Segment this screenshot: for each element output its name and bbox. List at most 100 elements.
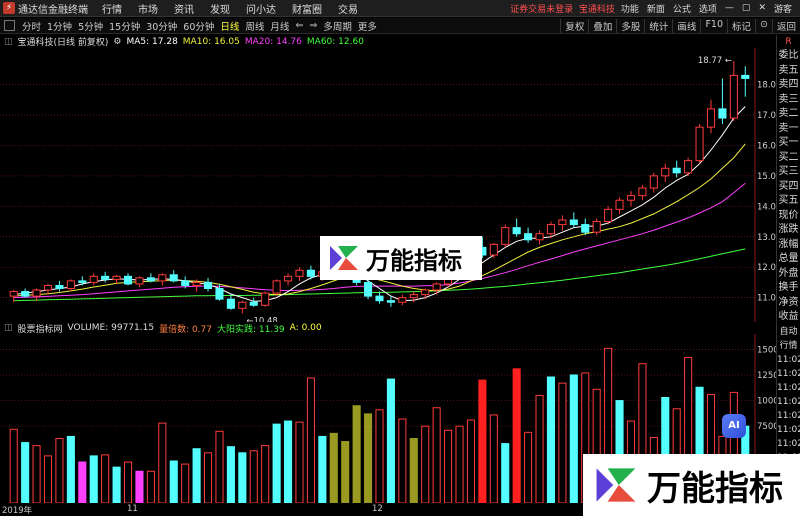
next-arrow-icon[interactable]: ⇒ (309, 20, 317, 31)
maximize-icon[interactable]: ▢ (742, 3, 751, 13)
adjust-button[interactable]: 复权 (560, 18, 588, 33)
candle-down (718, 108, 727, 119)
candle-up (112, 275, 121, 280)
volume-bar-highlight (512, 368, 521, 503)
price-tick-label: 15.00 (757, 172, 776, 182)
a-value: A: 0.00 (289, 323, 322, 333)
candle-up (489, 243, 498, 256)
collapse-icon[interactable]: ◫ (4, 37, 13, 47)
high-price-label: 18.77 ← (698, 56, 732, 66)
candle-down (215, 288, 224, 300)
candle-down (364, 281, 373, 297)
minimize-icon[interactable]: — (725, 3, 734, 13)
menu-item-wealth[interactable]: 财富圈 (292, 1, 322, 16)
ma10-label: MA10: 16.05 (182, 36, 240, 47)
gear-icon[interactable]: ⚙ (113, 37, 121, 47)
quote-item-8: 买三 (778, 166, 799, 177)
candle-down (741, 74, 750, 79)
quote-items: 委比 卖五 卖四 卖三 卖二 卖一 买一 买二 买三 买四 买五 现价 涨跌 涨幅 总量 外盘 换手 净资 收益 (777, 49, 800, 325)
period-1min[interactable]: 1分钟 (47, 19, 72, 33)
quote-item-3: 卖三 (778, 93, 799, 105)
period-5min[interactable]: 5分钟 (78, 19, 103, 33)
volume-bar-up (123, 461, 133, 503)
period-daily[interactable]: 日线 (220, 19, 239, 33)
candle-down (386, 300, 395, 303)
menu-item-market[interactable]: 行情 (102, 1, 122, 16)
price-tick-label: 13.00 (757, 233, 776, 243)
candle-up (535, 233, 544, 241)
volume-bar-up (249, 450, 258, 503)
statistics-button[interactable]: 统计 (644, 18, 672, 33)
candle-up (695, 126, 704, 162)
time-item-2: 11:02 (777, 354, 800, 365)
watermark-text: 万能指标 (366, 246, 462, 275)
guest-label[interactable]: 游客 (774, 2, 792, 15)
menu-item-discover[interactable]: 发现 (210, 1, 230, 16)
period-weekly[interactable]: 周线 (245, 19, 264, 33)
menu-item-options[interactable]: 选项 (699, 2, 717, 15)
period-15min[interactable]: 15分钟 (109, 19, 140, 33)
volume-bar-magenta (78, 461, 87, 503)
candle-up (272, 280, 281, 294)
candle-up (238, 301, 247, 309)
period-more[interactable]: 更多 (358, 19, 377, 33)
volume-bar-down (89, 455, 98, 503)
period-intraday[interactable]: 分时 (22, 19, 41, 33)
prev-arrow-icon[interactable]: ⇐ (295, 20, 303, 31)
app-title: 通达信金融终端 (18, 4, 88, 16)
candle-up (649, 175, 658, 189)
price-tick-label: 17.00 (757, 111, 776, 121)
candle-down (78, 280, 87, 283)
menu-item-function[interactable]: 功能 (621, 2, 639, 15)
time-label-year: 2019年 (2, 506, 33, 516)
watermark-logo-icon (330, 246, 358, 270)
period-60min[interactable]: 60分钟 (183, 19, 214, 33)
multi-stock-button[interactable]: 多股 (616, 18, 644, 33)
time-label-nov: 11 (127, 504, 138, 514)
login-alert[interactable]: 证券交易未登录 宝通科技 (510, 2, 615, 15)
price-tick-label: 16.00 (757, 141, 776, 151)
time-item-0[interactable]: 自动 (777, 325, 800, 339)
close-icon[interactable]: ✕ (758, 3, 766, 13)
candle-up (158, 274, 167, 282)
overlay-button[interactable]: 叠加 (588, 18, 616, 33)
menu-item-ask[interactable]: 问小达 (246, 1, 276, 16)
collapse-volume-icon[interactable]: ◫ (4, 323, 13, 333)
volume-bar-up (432, 407, 441, 503)
back-button[interactable]: 返回 (771, 18, 800, 33)
volume-bar-down (272, 423, 281, 503)
candle-up (615, 199, 624, 210)
target-icon[interactable]: ⊙ (755, 18, 772, 33)
volume-bar-up (261, 445, 270, 503)
time-item-1[interactable]: 行情 (777, 339, 800, 353)
candle-up (421, 289, 430, 296)
f10-button[interactable]: F10 (700, 18, 727, 33)
volume-bar-down (501, 443, 510, 503)
ai-assistant-button[interactable]: AI (722, 414, 746, 438)
volume-bar-up (524, 431, 533, 503)
volume-tick-label: 15000 (757, 345, 776, 355)
candlestick-chart[interactable]: 18.00 17.00 16.00 15.00 14.00 13.00 12.00 11.00… (0, 48, 776, 322)
volume-bar-down (569, 374, 578, 503)
quote-item-1: 卖五 (778, 64, 799, 76)
volume-bar-down (238, 452, 247, 503)
quote-item-11: 现价 (778, 209, 799, 221)
draw-line-button[interactable]: 画线 (672, 18, 700, 33)
menu-item-news[interactable]: 资讯 (174, 1, 194, 16)
mark-button[interactable]: 标记 (727, 18, 755, 33)
period-monthly[interactable]: 月线 (270, 19, 289, 33)
period-30min[interactable]: 30分钟 (146, 19, 177, 33)
menu-item-new-page[interactable]: 新面 (647, 2, 665, 15)
watermark-corner-logo-icon (596, 468, 636, 502)
period-multi[interactable]: 多周期 (323, 19, 352, 33)
menu-item-markets[interactable]: 市场 (138, 1, 158, 16)
volume-bar-down (284, 420, 293, 503)
time-item-4: 11:02 (777, 382, 800, 393)
volume-bar-olive (341, 441, 350, 503)
time-item-6: 11:02 (777, 410, 800, 421)
candle-up (558, 219, 567, 226)
panel-toggle-icon[interactable] (4, 20, 15, 31)
menu-item-formula[interactable]: 公式 (673, 2, 691, 15)
quote-item-6: 买一 (778, 137, 799, 148)
menu-item-trade[interactable]: 交易 (338, 1, 358, 16)
